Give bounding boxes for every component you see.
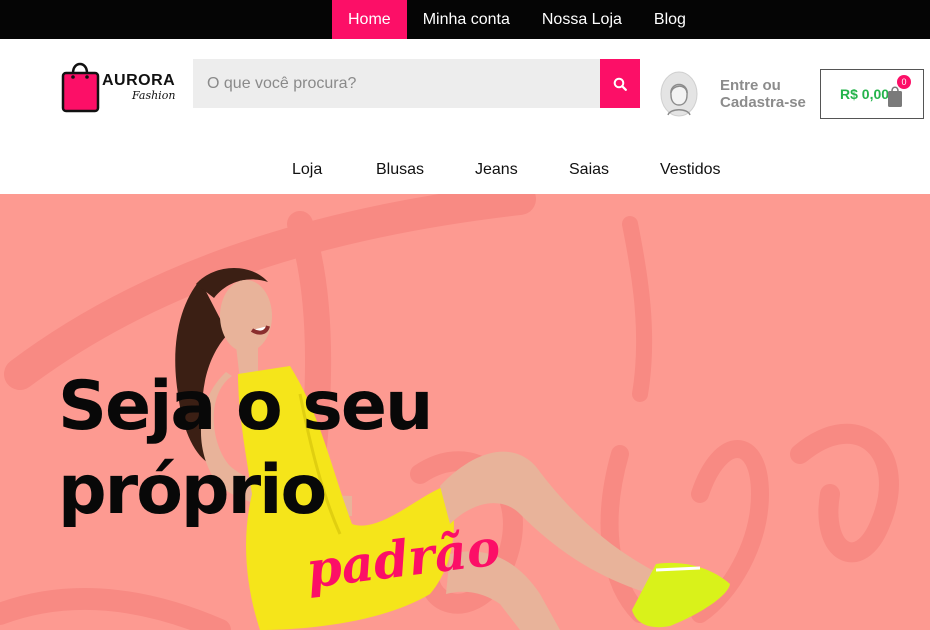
site-header: AURORA Fashion Entre ou Cadastra-se R$ 0… [0,39,930,194]
logo-brand: AURORA [102,72,176,89]
hero-headline-line1: Seja o seu [58,367,433,446]
top-bar: Home Minha conta Nossa Loja Blog [0,0,930,39]
hero-headline: Seja o seu próprio [58,365,433,533]
account-label: Entre ou Cadastra-se [720,77,806,111]
account-link[interactable]: Entre ou Cadastra-se [660,71,810,117]
nav-jeans[interactable]: Jeans [475,161,518,179]
nav-vestidos[interactable]: Vestidos [660,161,720,179]
logo-tagline: Fashion [132,89,176,102]
nav-blusas[interactable]: Blusas [376,161,424,179]
topnav-home[interactable]: Home [332,0,407,39]
search-input[interactable] [193,59,600,108]
hero-headline-line2: próprio [58,451,327,530]
cart-amount: R$ 0,00 [840,86,890,102]
topnav-nossa-loja[interactable]: Nossa Loja [526,0,638,39]
main-nav: Loja Blusas Jeans Saias Vestidos [0,149,930,194]
topnav-minha-conta[interactable]: Minha conta [407,0,526,39]
hero-banner[interactable]: Seja o seu próprio padrão [0,194,930,630]
cart-count-badge: 0 [897,75,911,89]
cart-button[interactable]: R$ 0,00 0 [820,69,924,119]
nav-loja[interactable]: Loja [292,161,322,179]
site-logo[interactable]: AURORA Fashion [60,55,176,113]
search-button[interactable] [600,59,640,108]
shopping-bag-icon [61,62,100,113]
top-nav: Home Minha conta Nossa Loja Blog [332,0,702,39]
nav-saias[interactable]: Saias [569,161,609,179]
search-bar [193,59,640,108]
topnav-blog[interactable]: Blog [638,0,702,39]
search-icon [613,77,627,91]
user-avatar-icon [660,71,698,117]
